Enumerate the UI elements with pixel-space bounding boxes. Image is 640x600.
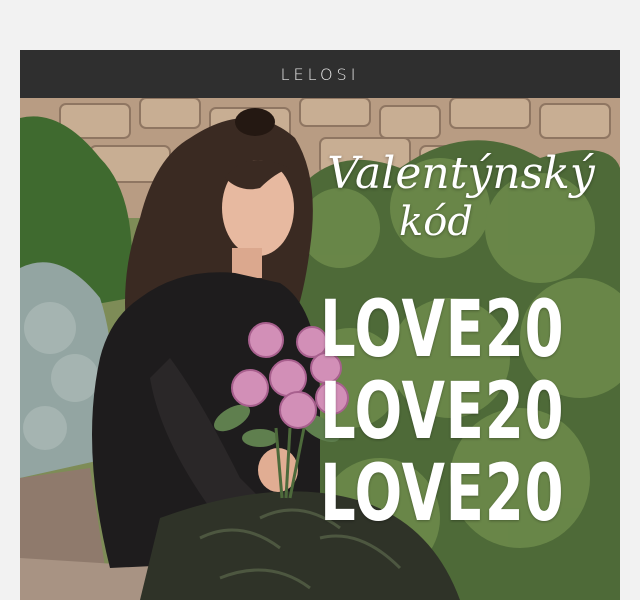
email-container: LELOSI Valentýnský kód LOVE20 LOVE20 LOV… <box>20 50 620 600</box>
promo-code-line-1: LOVE20 <box>320 285 565 375</box>
brand-header: LELOSI <box>20 50 620 98</box>
promo-code-line-3: LOVE20 <box>320 449 565 539</box>
hero-banner[interactable]: Valentýnský kód LOVE20 LOVE20 LOVE20 <box>20 98 620 600</box>
headline-line2: kód <box>399 199 473 245</box>
brand-logo-link[interactable]: LELOSI <box>281 65 360 84</box>
promo-code-line-2: LOVE20 <box>320 367 565 457</box>
headline-script-text: Valentýnský kód <box>316 150 606 246</box>
headline-line1: Valentýnský <box>327 148 595 199</box>
